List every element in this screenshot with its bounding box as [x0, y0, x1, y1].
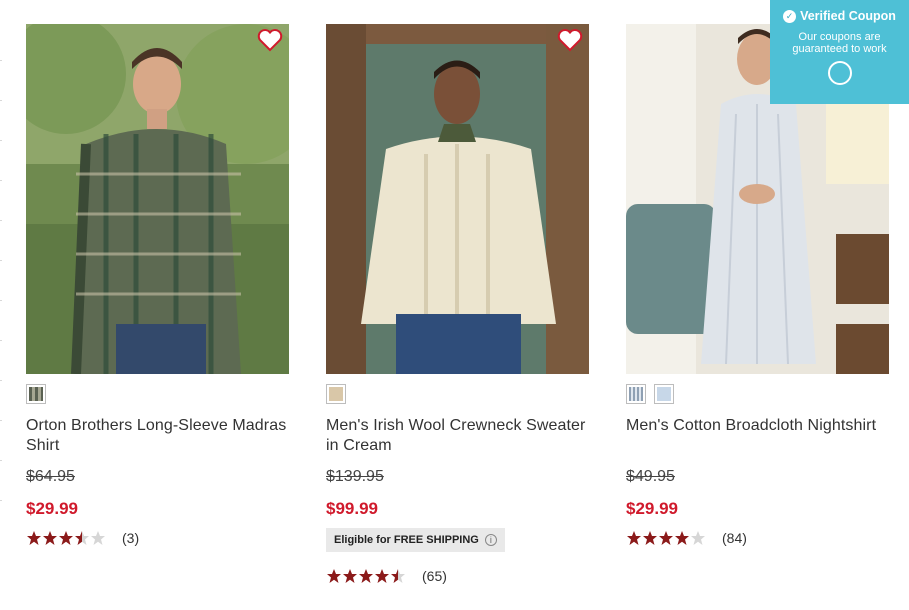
color-swatch[interactable]: [626, 384, 646, 404]
free-shipping-badge[interactable]: Eligible for FREE SHIPPING i: [326, 528, 505, 552]
star-icon: [327, 569, 341, 583]
star-icon: [91, 531, 105, 545]
star-icon: [59, 531, 73, 545]
star-icon: [75, 531, 89, 545]
star-icon: [643, 531, 657, 545]
plaid-shirt-photo: [26, 24, 289, 374]
color-swatches: [326, 384, 589, 404]
product-image[interactable]: [326, 24, 589, 374]
star-icon: [359, 569, 373, 583]
review-count: (84): [722, 530, 747, 546]
coupon-subtitle: Our coupons are guaranteed to work: [792, 31, 887, 55]
product-card: Men's Cotton Broadcloth Nightshirt $49.9…: [626, 24, 889, 586]
product-name[interactable]: Men's Irish Wool Crewneck Sweater in Cre…: [326, 416, 589, 456]
product-card: Men's Irish Wool Crewneck Sweater in Cre…: [326, 24, 589, 586]
sale-price: $99.99: [326, 499, 378, 518]
color-swatch[interactable]: [654, 384, 674, 404]
review-count: (3): [122, 530, 140, 546]
star-icon: [343, 569, 357, 583]
left-edge-markers: [0, 0, 2, 610]
rating[interactable]: (84): [626, 528, 889, 548]
extension-logo-icon[interactable]: [827, 61, 852, 85]
product-name[interactable]: Men's Cotton Broadcloth Nightshirt: [626, 416, 889, 456]
rating[interactable]: (65): [326, 566, 589, 586]
heart-icon[interactable]: [557, 28, 583, 52]
star-rating: [26, 530, 106, 546]
review-count: (65): [422, 568, 447, 584]
star-icon: [691, 531, 705, 545]
star-icon: [627, 531, 641, 545]
star-icon: [27, 531, 41, 545]
product-name-link[interactable]: Orton Brothers Long-Sleeve Madras Shirt: [26, 417, 286, 454]
original-price: $49.95: [626, 468, 675, 485]
coupon-title: ✓ Verified Coupon: [770, 9, 909, 23]
color-swatches: [626, 384, 889, 404]
product-name-link[interactable]: Men's Irish Wool Crewneck Sweater in Cre…: [326, 417, 585, 454]
star-rating: [326, 568, 406, 584]
star-rating: [626, 530, 706, 546]
star-icon: [391, 569, 405, 583]
product-grid: Orton Brothers Long-Sleeve Madras Shirt …: [26, 24, 889, 586]
wool-sweater-photo: [326, 24, 589, 374]
sale-price: $29.99: [26, 499, 78, 518]
free-shipping-label: Eligible for FREE SHIPPING: [334, 534, 479, 546]
star-icon: [659, 531, 673, 545]
original-price: $64.95: [26, 468, 75, 485]
sale-price: $29.99: [626, 499, 678, 518]
coupon-title-text: Verified Coupon: [800, 9, 896, 23]
heart-icon[interactable]: [257, 28, 283, 52]
product-name-link[interactable]: Men's Cotton Broadcloth Nightshirt: [626, 417, 876, 434]
color-swatches: [26, 384, 289, 404]
product-name[interactable]: Orton Brothers Long-Sleeve Madras Shirt: [26, 416, 289, 456]
original-price: $139.95: [326, 468, 384, 485]
check-icon: ✓: [783, 9, 797, 23]
product-card: Orton Brothers Long-Sleeve Madras Shirt …: [26, 24, 289, 586]
star-icon: [675, 531, 689, 545]
rating[interactable]: (3): [26, 528, 289, 548]
info-icon[interactable]: i: [484, 534, 497, 546]
star-icon: [375, 569, 389, 583]
color-swatch[interactable]: [26, 384, 46, 404]
color-swatch[interactable]: [326, 384, 346, 404]
verified-coupon-popup[interactable]: ✓ Verified Coupon Our coupons are guaran…: [770, 0, 909, 104]
product-image[interactable]: [26, 24, 289, 374]
star-icon: [43, 531, 57, 545]
